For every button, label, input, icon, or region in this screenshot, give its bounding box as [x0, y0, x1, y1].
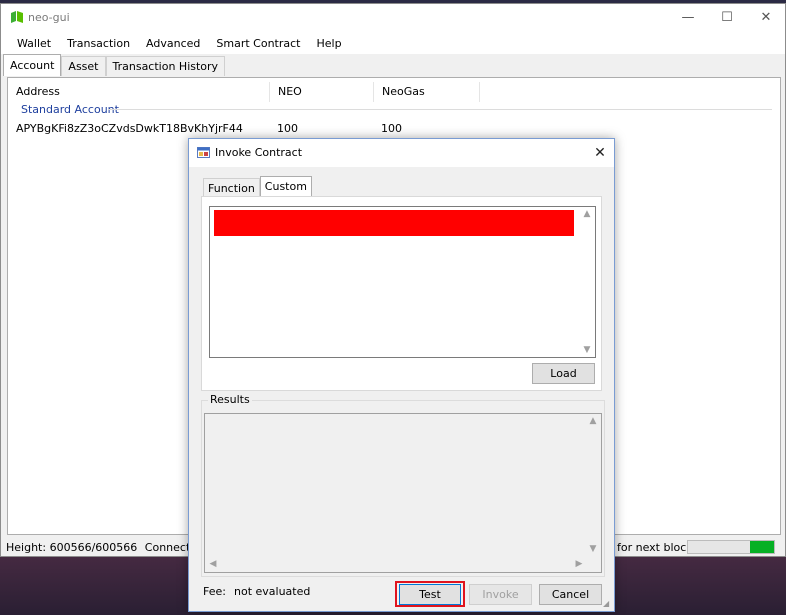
- results-scroll-down-icon[interactable]: ▼: [585, 542, 601, 556]
- invoke-button: Invoke: [469, 584, 532, 605]
- menu-transaction[interactable]: Transaction: [59, 37, 138, 50]
- results-horizontal-scrollbar[interactable]: ◀ ▶: [205, 556, 587, 572]
- minimize-button[interactable]: —: [673, 8, 703, 28]
- fee-label: Fee:: [203, 585, 226, 598]
- results-label: Results: [208, 393, 252, 406]
- menu-bar: Wallet Transaction Advanced Smart Contra…: [1, 32, 785, 54]
- scroll-left-icon[interactable]: ◀: [205, 557, 221, 571]
- results-textbox[interactable]: ▲ ▼ ◀ ▶: [204, 413, 602, 573]
- next-block-label: for next block:: [617, 541, 697, 554]
- scroll-up-icon[interactable]: ▲: [579, 207, 595, 221]
- neo-logo-icon: [11, 11, 23, 23]
- menu-smart-contract[interactable]: Smart Contract: [208, 37, 308, 50]
- column-header-address[interactable]: Address: [8, 82, 270, 102]
- maximize-button[interactable]: ☐: [712, 8, 742, 28]
- height-label: Height:: [6, 541, 47, 554]
- block-progress-bar: [687, 540, 775, 554]
- tab-custom[interactable]: Custom: [259, 176, 312, 197]
- redacted-script-content: [214, 210, 574, 236]
- application-icon: [197, 147, 210, 158]
- address-cell[interactable]: APYBgKFi8zZ3oCZvdsDwkT18BvKhYjrF44: [16, 122, 243, 135]
- neogas-balance-cell: 100: [381, 122, 402, 135]
- load-button[interactable]: Load: [532, 363, 595, 384]
- menu-wallet[interactable]: Wallet: [9, 37, 59, 50]
- invoke-contract-dialog: Invoke Contract ✕ Function Custom ▲ ▼ Lo…: [188, 138, 615, 612]
- script-textbox[interactable]: ▲ ▼: [209, 206, 596, 358]
- results-group: Results ▲ ▼ ◀ ▶: [201, 393, 605, 577]
- dialog-close-button[interactable]: ✕: [589, 142, 611, 164]
- tab-asset[interactable]: Asset: [61, 56, 106, 76]
- close-button[interactable]: ✕: [751, 8, 781, 28]
- menu-help[interactable]: Help: [308, 37, 349, 50]
- fee-value: not evaluated: [234, 585, 311, 598]
- height-value: 600566/600566: [49, 541, 138, 554]
- menu-advanced[interactable]: Advanced: [138, 37, 208, 50]
- group-header-standard-account: Standard Account: [21, 103, 119, 116]
- list-header: Address NEO NeoGas: [8, 82, 780, 102]
- dialog-tabs: Function Custom: [203, 176, 312, 197]
- results-vertical-scrollbar[interactable]: ▲ ▼: [585, 414, 601, 556]
- results-scroll-up-icon[interactable]: ▲: [585, 414, 601, 428]
- custom-tab-panel: ▲ ▼ Load: [201, 196, 602, 391]
- window-title: neo-gui: [28, 11, 70, 24]
- main-tabs: Account Asset Transaction History: [3, 54, 226, 76]
- neo-balance-cell: 100: [277, 122, 298, 135]
- group-divider: [108, 109, 772, 110]
- cancel-button[interactable]: Cancel: [539, 584, 602, 605]
- dialog-title: Invoke Contract: [215, 146, 303, 159]
- dialog-title-bar: Invoke Contract ✕: [189, 139, 614, 167]
- tab-account[interactable]: Account: [3, 54, 62, 76]
- scroll-right-icon[interactable]: ▶: [571, 557, 587, 571]
- test-button[interactable]: Test: [399, 584, 461, 605]
- title-bar: neo-gui — ☐ ✕: [1, 4, 785, 32]
- tab-transaction-history[interactable]: Transaction History: [105, 56, 226, 76]
- progress-fill: [749, 541, 774, 553]
- tab-function[interactable]: Function: [203, 178, 260, 197]
- scroll-down-icon[interactable]: ▼: [579, 343, 595, 357]
- column-header-neogas[interactable]: NeoGas: [374, 82, 480, 102]
- column-header-neo[interactable]: NEO: [270, 82, 374, 102]
- script-vertical-scrollbar[interactable]: ▲ ▼: [579, 207, 595, 357]
- resize-grip-icon[interactable]: ◢: [603, 599, 609, 608]
